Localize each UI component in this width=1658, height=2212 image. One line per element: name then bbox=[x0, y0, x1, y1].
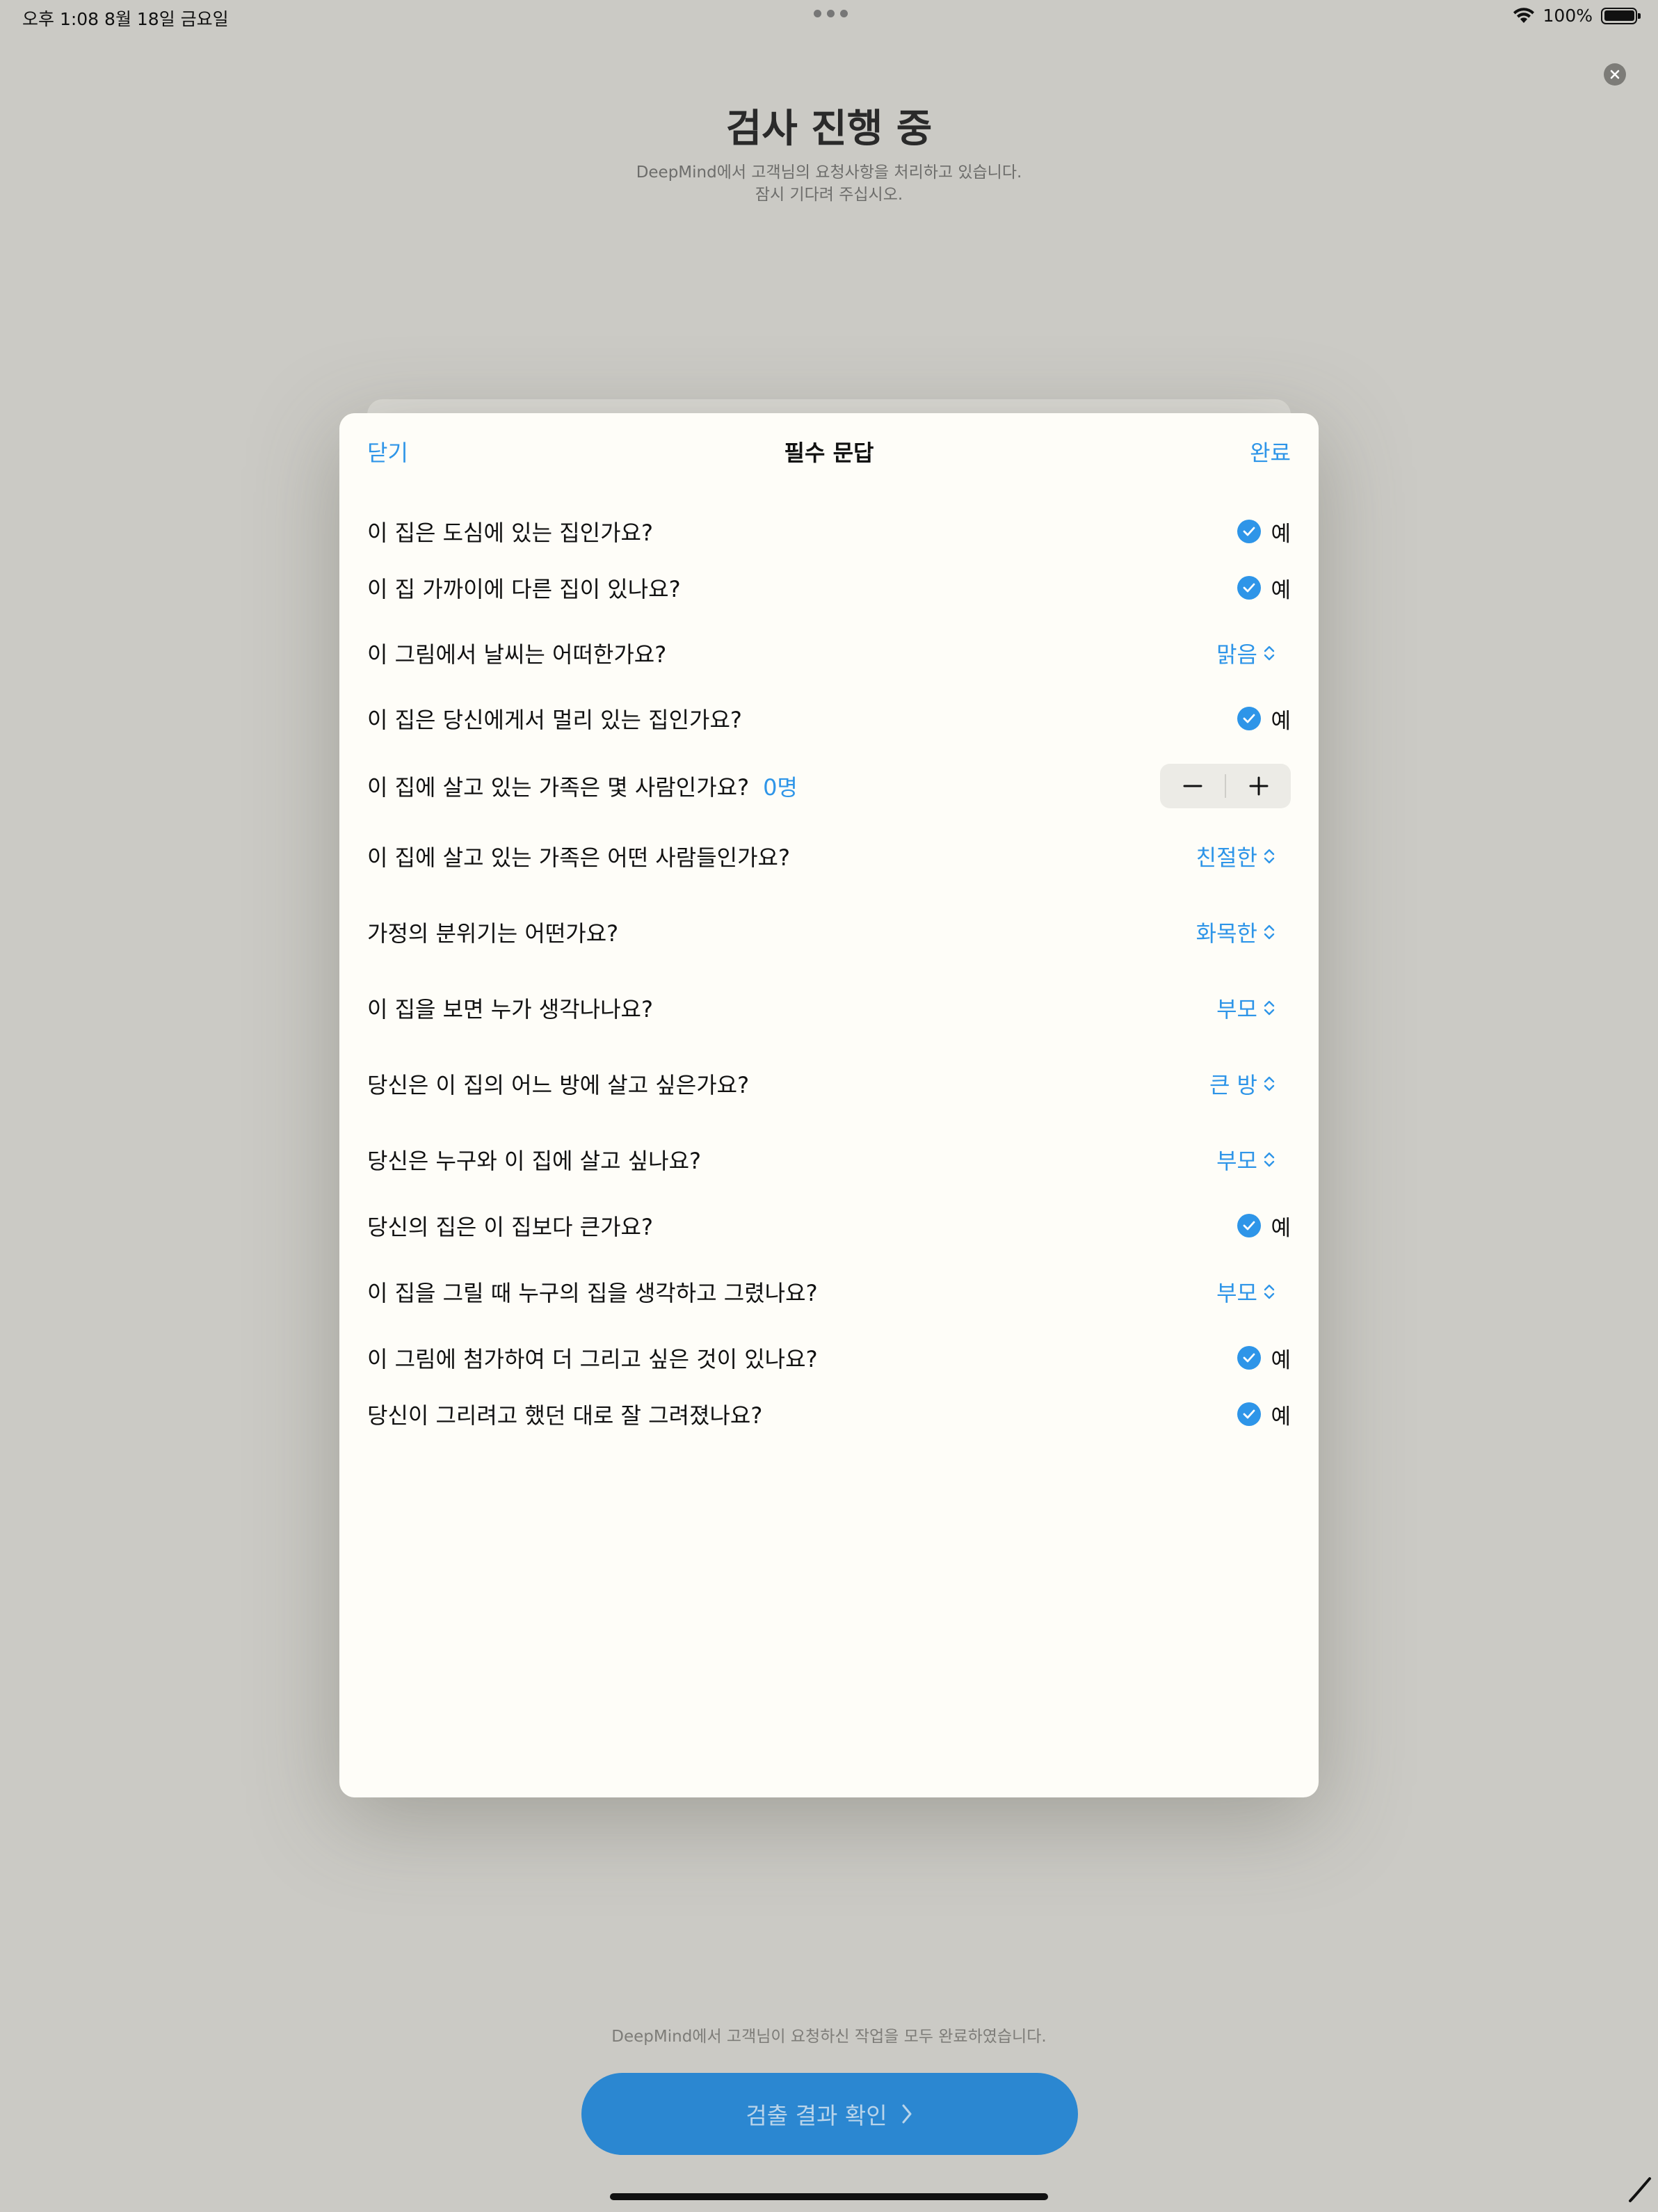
up-down-chevron-icon bbox=[1264, 646, 1275, 661]
question-row: 이 집에 살고 있는 가족은 어떤 사람들인가요? 친절한 bbox=[367, 840, 1291, 872]
pencil-icon[interactable] bbox=[1627, 2176, 1652, 2204]
yes-label: 예 bbox=[1271, 1347, 1291, 1373]
question-row: 이 집을 그릴 때 누구의 집을 생각하고 그렸나요? 부모 bbox=[367, 1276, 1291, 1308]
up-down-chevron-icon bbox=[1264, 1152, 1275, 1167]
question-row: 이 집 가까이에 다른 집이 있나요? 예 bbox=[367, 572, 1291, 604]
picker-value: 부모 bbox=[1216, 996, 1257, 1023]
checkmark-icon bbox=[1237, 1214, 1262, 1237]
status-bar: 오후 1:08 8월 18일 금요일 100% bbox=[0, 0, 1658, 35]
checkmark-icon bbox=[1237, 1402, 1262, 1426]
picker-value: 화목한 bbox=[1196, 920, 1257, 947]
yes-checkbox[interactable]: 예 bbox=[1237, 1399, 1291, 1430]
family-count-stepper[interactable] bbox=[1160, 764, 1291, 808]
up-down-chevron-icon bbox=[1264, 924, 1275, 940]
family-type-picker[interactable]: 친절한 bbox=[1196, 840, 1291, 872]
atmosphere-picker[interactable]: 화목한 bbox=[1196, 916, 1291, 948]
picker-value: 큰 방 bbox=[1209, 1072, 1257, 1098]
question-row: 당신은 이 집의 어느 방에 살고 싶은가요? 큰 방 bbox=[367, 1068, 1291, 1100]
question-text: 당신이 그리려고 했던 대로 잘 그려졌나요? bbox=[367, 1402, 763, 1429]
question-row: 이 집에 살고 있는 가족은 몇 사람인가요? 0명 bbox=[367, 764, 1291, 808]
question-text: 이 그림에 첨가하여 더 그리고 싶은 것이 있나요? bbox=[367, 1346, 818, 1372]
page-title: 검사 진행 중 bbox=[725, 106, 933, 152]
question-row: 당신은 누구와 이 집에 살고 싶나요? 부모 bbox=[367, 1144, 1291, 1176]
question-row: 이 집은 당신에게서 멀리 있는 집인가요? 예 bbox=[367, 703, 1291, 735]
view-results-button[interactable]: 검출 결과 확인 bbox=[581, 2073, 1078, 2155]
required-questions-sheet: 닫기 필수 문답 완료 이 집은 도심에 있는 집인가요? 예 이 집 가까이에… bbox=[339, 413, 1319, 1797]
completion-message: DeepMind에서 고객님이 요청하신 작업을 모두 완료하였습니다. bbox=[611, 2028, 1047, 2046]
yes-checkbox[interactable]: 예 bbox=[1237, 572, 1291, 604]
wifi-icon bbox=[1513, 7, 1534, 23]
whose-house-picker[interactable]: 부모 bbox=[1216, 1276, 1291, 1308]
picker-value: 친절한 bbox=[1196, 844, 1257, 871]
picker-value: 맑음 bbox=[1216, 641, 1257, 668]
question-text: 이 그림에서 날씨는 어떠한가요? bbox=[367, 641, 667, 668]
question-text: 당신의 집은 이 집보다 큰가요? bbox=[367, 1214, 653, 1240]
question-row: 당신이 그리려고 했던 대로 잘 그려졌나요? 예 bbox=[367, 1398, 1291, 1430]
question-text: 가정의 분위기는 어떤가요? bbox=[367, 920, 619, 947]
chevron-right-icon bbox=[902, 2104, 912, 2124]
live-with-picker[interactable]: 부모 bbox=[1216, 1144, 1291, 1176]
family-count-value: 0명 bbox=[763, 774, 798, 801]
battery-icon bbox=[1601, 7, 1641, 24]
up-down-chevron-icon bbox=[1264, 1000, 1275, 1016]
room-picker[interactable]: 큰 방 bbox=[1209, 1068, 1291, 1100]
yes-checkbox[interactable]: 예 bbox=[1237, 703, 1291, 735]
sheet-header: 닫기 필수 문답 완료 bbox=[339, 413, 1319, 490]
question-text: 이 집에 살고 있는 가족은 몇 사람인가요? bbox=[367, 774, 750, 801]
plus-icon bbox=[1249, 776, 1268, 796]
checkmark-icon bbox=[1237, 707, 1262, 730]
home-indicator[interactable] bbox=[610, 2193, 1048, 2200]
yes-label: 예 bbox=[1271, 577, 1291, 603]
yes-checkbox[interactable]: 예 bbox=[1237, 1343, 1291, 1374]
sheet-title: 필수 문답 bbox=[784, 440, 874, 466]
up-down-chevron-icon bbox=[1264, 1076, 1275, 1091]
question-text: 이 집에 살고 있는 가족은 어떤 사람들인가요? bbox=[367, 844, 790, 871]
reminds-of-picker[interactable]: 부모 bbox=[1216, 992, 1291, 1024]
page-subtitle: DeepMind에서 고객님의 요청사항을 처리하고 있습니다. 잠시 기다려 … bbox=[0, 161, 1658, 206]
checkmark-icon bbox=[1237, 1346, 1262, 1370]
multitasking-dots-icon[interactable] bbox=[814, 10, 848, 17]
picker-value: 부모 bbox=[1216, 1280, 1257, 1306]
increment-button[interactable] bbox=[1226, 764, 1291, 808]
yes-label: 예 bbox=[1271, 1215, 1291, 1241]
subtitle-line-2: 잠시 기다려 주십시오. bbox=[755, 186, 903, 204]
question-text: 당신은 이 집의 어느 방에 살고 싶은가요? bbox=[367, 1072, 750, 1098]
question-row: 당신의 집은 이 집보다 큰가요? 예 bbox=[367, 1210, 1291, 1242]
question-row: 이 그림에서 날씨는 어떠한가요? 맑음 bbox=[367, 637, 1291, 669]
view-results-label: 검출 결과 확인 bbox=[746, 2102, 887, 2129]
picker-value: 부모 bbox=[1216, 1148, 1257, 1174]
yes-label: 예 bbox=[1271, 1404, 1291, 1429]
question-text: 이 집을 그릴 때 누구의 집을 생각하고 그렸나요? bbox=[367, 1280, 818, 1306]
battery-percentage: 100% bbox=[1543, 6, 1593, 26]
question-row: 이 집을 보면 누가 생각나나요? 부모 bbox=[367, 992, 1291, 1024]
checkmark-icon bbox=[1237, 576, 1262, 600]
subtitle-line-1: DeepMind에서 고객님의 요청사항을 처리하고 있습니다. bbox=[636, 163, 1022, 182]
question-row: 이 그림에 첨가하여 더 그리고 싶은 것이 있나요? 예 bbox=[367, 1342, 1291, 1374]
yes-checkbox[interactable]: 예 bbox=[1237, 1210, 1291, 1242]
done-button[interactable]: 완료 bbox=[1250, 435, 1291, 467]
decrement-button[interactable] bbox=[1160, 764, 1225, 808]
up-down-chevron-icon bbox=[1264, 849, 1275, 864]
question-row: 가정의 분위기는 어떤가요? 화목한 bbox=[367, 916, 1291, 948]
question-text: 이 집은 당신에게서 멀리 있는 집인가요? bbox=[367, 707, 742, 733]
status-indicators: 100% bbox=[1513, 6, 1641, 26]
question-text: 이 집 가까이에 다른 집이 있나요? bbox=[367, 576, 681, 602]
question-row: 이 집은 도심에 있는 집인가요? 예 bbox=[367, 515, 1291, 547]
question-text: 당신은 누구와 이 집에 살고 싶나요? bbox=[367, 1148, 702, 1174]
close-icon[interactable] bbox=[1604, 63, 1626, 86]
question-text: 이 집을 보면 누가 생각나나요? bbox=[367, 996, 653, 1023]
minus-icon bbox=[1183, 785, 1202, 787]
yes-checkbox[interactable]: 예 bbox=[1237, 516, 1291, 547]
yes-label: 예 bbox=[1271, 708, 1291, 734]
weather-picker[interactable]: 맑음 bbox=[1216, 637, 1291, 669]
checkmark-icon bbox=[1237, 520, 1262, 543]
question-text-group: 이 집에 살고 있는 가족은 몇 사람인가요? 0명 bbox=[367, 770, 798, 802]
status-time-date: 오후 1:08 8월 18일 금요일 bbox=[22, 9, 229, 29]
yes-label: 예 bbox=[1271, 521, 1291, 547]
question-text: 이 집은 도심에 있는 집인가요? bbox=[367, 520, 653, 546]
up-down-chevron-icon bbox=[1264, 1284, 1275, 1299]
